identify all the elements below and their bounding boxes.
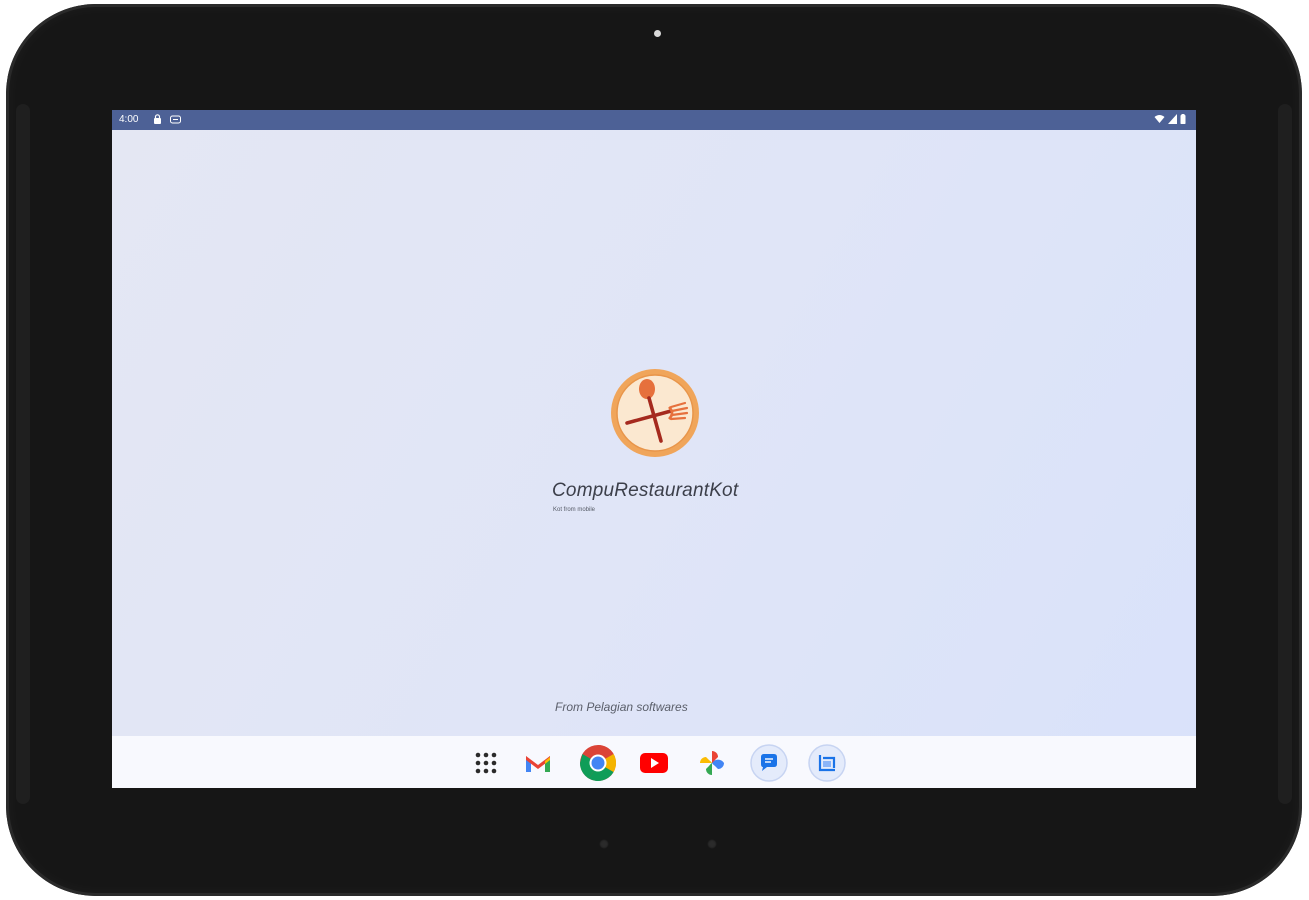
app-grid-icon[interactable] bbox=[470, 747, 502, 779]
taskbar bbox=[112, 736, 1196, 788]
sensor-left bbox=[599, 839, 609, 849]
screen: 4:00 CompuRestaurantKot Kot from mobile … bbox=[112, 110, 1196, 788]
battery-icon bbox=[1180, 114, 1186, 124]
status-time: 4:00 bbox=[119, 114, 139, 125]
messages-icon[interactable] bbox=[750, 744, 788, 782]
photos-icon[interactable] bbox=[696, 747, 728, 779]
app-subtitle: Kot from mobile bbox=[553, 507, 596, 513]
spoon-fork-logo-icon bbox=[611, 369, 699, 457]
gmail-icon[interactable] bbox=[522, 747, 554, 779]
youtube-icon[interactable] bbox=[638, 747, 670, 779]
lock-icon bbox=[154, 114, 161, 124]
status-bar: 4:00 bbox=[112, 110, 1196, 130]
wifi-icon bbox=[1154, 115, 1165, 123]
notification-icon bbox=[170, 115, 181, 124]
app-title: CompuRestaurantKot bbox=[552, 480, 739, 501]
signal-icon bbox=[1168, 114, 1177, 124]
screenshot-icon[interactable] bbox=[808, 744, 846, 782]
status-icons-right bbox=[1154, 114, 1186, 124]
front-camera bbox=[654, 30, 661, 37]
chrome-icon[interactable] bbox=[579, 744, 617, 782]
publisher-footer: From Pelagian softwares bbox=[555, 700, 688, 714]
sensor-right bbox=[707, 839, 717, 849]
